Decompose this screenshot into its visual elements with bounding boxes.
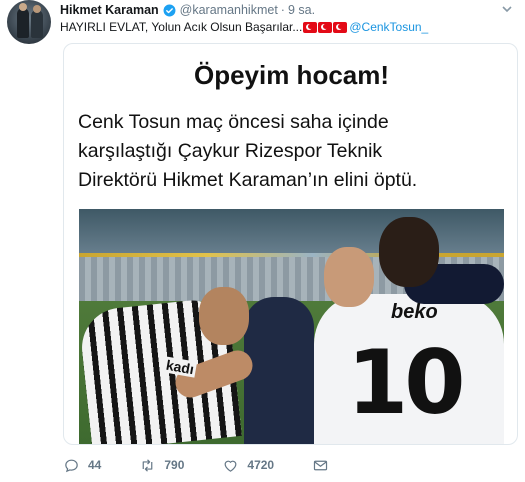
like-count: 4720	[247, 458, 275, 472]
retweet-count: 790	[164, 458, 185, 472]
reply-button[interactable]: 44	[63, 457, 101, 474]
verified-icon	[163, 4, 176, 17]
timestamp[interactable]: 9 sa.	[288, 3, 315, 17]
photo-sponsor-text: beko	[391, 301, 438, 323]
media-line: karşılaştığı Çaykur Rizespor Teknik	[78, 140, 383, 162]
chevron-down-icon[interactable]	[501, 2, 513, 14]
retweet-button[interactable]: 790	[139, 457, 184, 474]
reply-count: 44	[88, 458, 102, 472]
media-headline: Öpeyim hocam!	[193, 60, 390, 90]
mention-link[interactable]: @CenkTosun_	[349, 20, 428, 34]
heart-icon	[224, 460, 237, 472]
envelope-icon	[313, 460, 328, 470]
message-button[interactable]	[312, 457, 337, 474]
turkey-flag-icon	[333, 21, 348, 33]
separator-dot: ·	[280, 3, 285, 17]
avatar[interactable]	[7, 0, 51, 44]
photo-person	[244, 297, 314, 444]
like-button[interactable]: 4720	[222, 457, 274, 474]
tweet-header: Hikmet Karaman @karamanhikmet · 9 sa.	[60, 2, 315, 18]
tweet-body: HAYIRLI EVLAT, Yolun Acık Olsun Başarıla…	[60, 20, 303, 34]
tweet: Hikmet Karaman @karamanhikmet · 9 sa. HA…	[0, 0, 525, 482]
retweet-icon	[143, 458, 153, 472]
photo-jersey-number: 10	[347, 331, 465, 434]
tweet-text: HAYIRLI EVLAT, Yolun Acık Olsun Başarıla…	[60, 20, 428, 34]
turkey-flag-icon	[303, 21, 318, 33]
media-photo[interactable]: kadı beko 10	[79, 209, 504, 444]
reply-icon	[65, 459, 78, 472]
media-line: Direktörü Hikmet Karaman’ın elini öptü.	[78, 169, 418, 191]
user-handle[interactable]: @karamanhikmet	[180, 3, 278, 17]
tweet-actions: 44 790 4720	[63, 455, 375, 475]
turkey-flag-icon	[318, 21, 333, 33]
media-card[interactable]: Öpeyim hocam! Cenk Tosun maç öncesi saha…	[63, 43, 518, 445]
media-text: Cenk Tosun maç öncesi saha içinde karşıl…	[78, 108, 508, 195]
media-line: Cenk Tosun maç öncesi saha içinde	[78, 111, 389, 133]
display-name[interactable]: Hikmet Karaman	[60, 3, 159, 17]
